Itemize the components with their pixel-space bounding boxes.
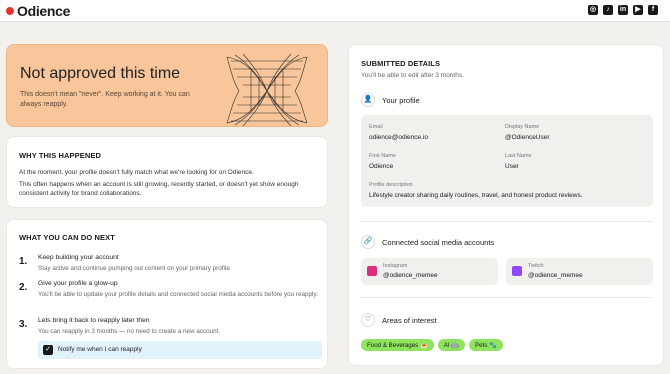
social-heading-label: Connected social media accounts — [382, 237, 495, 247]
profile-description-label: Profile description — [369, 182, 413, 188]
notify-label: Notify me when I can reapply — [58, 346, 142, 353]
interest-tag: Food & Beverages 🍝 — [361, 339, 434, 351]
link-icon: 🔗 — [361, 235, 375, 249]
rejection-banner: Not approved this time This doesn't mean… — [6, 44, 328, 127]
step-number: 1. — [19, 256, 28, 267]
tiktok-icon[interactable]: ♪ — [603, 5, 613, 15]
display-name-value: @OdienceUser — [505, 134, 550, 141]
email-value: odience@odience.io — [369, 134, 429, 141]
last-name-value: User — [505, 163, 519, 170]
interest-tag: AI 🤖 — [437, 339, 465, 351]
wireframe-x-illustration — [226, 53, 308, 126]
facebook-icon[interactable]: f — [648, 5, 658, 15]
twitch-icon — [512, 266, 522, 276]
divider — [361, 221, 653, 222]
account-handle: @odience_memee — [528, 272, 583, 279]
step-description: You'll be able to update your profile de… — [38, 291, 318, 298]
profile-heading-label: Your profile — [382, 95, 420, 105]
first-name-label: First Name — [369, 153, 396, 159]
profile-description-value: Lifestyle creator sharing daily routines… — [369, 192, 583, 199]
submitted-details-card: Submitted details You'll be able to edit… — [348, 44, 664, 366]
next-title: What you can do next — [19, 233, 115, 242]
step-number: 2. — [19, 282, 28, 293]
logo-text: Odience — [17, 3, 71, 19]
instagram-icon — [367, 266, 377, 276]
profile-heading: 👤 Your profile — [361, 93, 420, 107]
notify-checkbox[interactable]: ✓ — [43, 345, 53, 355]
user-plus-icon: 👤 — [361, 93, 375, 107]
step-title: Give your profile a glow-up — [38, 280, 118, 287]
account-platform: Twitch — [528, 263, 544, 269]
step-title: Keep building your account — [38, 254, 119, 261]
instagram-icon[interactable]: ◎ — [588, 5, 598, 15]
banner-title: Not approved this time — [20, 65, 181, 82]
why-card: Why this happened At the moment, your pr… — [6, 136, 328, 208]
details-title: Submitted details — [361, 59, 441, 68]
account-platform: Instagram — [383, 263, 408, 269]
notify-option[interactable]: ✓ Notify me when I can reapply — [38, 341, 322, 359]
social-links: ◎ ♪ in ▶ f — [588, 5, 658, 15]
logo[interactable]: Odience — [6, 3, 70, 19]
instagram-account: Instagram @odience_memee — [361, 258, 498, 285]
interest-tags: Food & Beverages 🍝 AI 🤖 Pets 🐾 — [361, 339, 503, 351]
last-name-label: Last Name — [505, 153, 532, 159]
top-bar: Odience ◎ ♪ in ▶ f — [0, 0, 670, 22]
first-name-value: Odience — [369, 163, 394, 170]
banner-text: This doesn't mean "never". Keep working … — [20, 91, 190, 108]
display-name-label: Display Name — [505, 124, 540, 130]
heart-icon: ♡ — [361, 313, 375, 327]
why-paragraph-2: This often happens when an account is st… — [19, 181, 299, 197]
step-number: 3. — [19, 319, 28, 330]
interest-tag: Pets 🐾 — [468, 339, 503, 351]
social-heading: 🔗 Connected social media accounts — [361, 235, 494, 249]
youtube-icon[interactable]: ▶ — [633, 5, 643, 15]
account-handle: @odience_memee — [383, 272, 438, 279]
profile-fields: Email odience@odience.io Display Name @O… — [361, 115, 653, 207]
next-steps-card: What you can do next 1. Keep building yo… — [6, 219, 328, 369]
step-title: Lets bring it back to reapply later then — [38, 317, 150, 324]
interests-heading: ♡ Areas of interest — [361, 313, 437, 327]
step-description: You can reapply in 3 months — no need to… — [38, 328, 221, 335]
why-paragraph-1: At the moment, your profile doesn't full… — [19, 169, 254, 176]
interests-heading-label: Areas of interest — [382, 315, 437, 325]
details-subtitle: You'll be able to edit after 3 months. — [361, 72, 464, 79]
why-title: Why this happened — [19, 151, 101, 160]
linkedin-icon[interactable]: in — [618, 5, 628, 15]
logo-dot — [6, 7, 14, 15]
email-label: Email — [369, 124, 383, 130]
divider — [361, 297, 653, 298]
step-description: Stay active and continue pumping out con… — [38, 265, 232, 272]
twitch-account: Twitch @odience_memee — [506, 258, 653, 285]
